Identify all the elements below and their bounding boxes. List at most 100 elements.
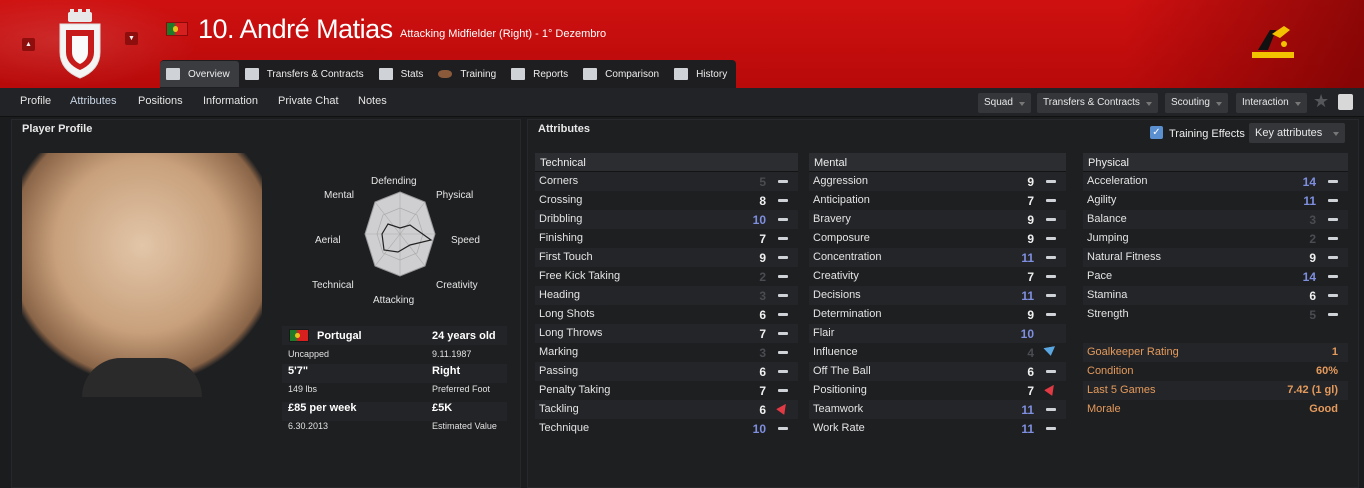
interaction-dropdown[interactable]: Interaction — [1236, 93, 1307, 113]
summary-row-last-5-games: Last 5 Games 7.42 (1 gl) — [1083, 381, 1348, 400]
club-crest-icon[interactable] — [52, 8, 108, 80]
summary-label: Morale — [1087, 403, 1121, 415]
tab-transfers-contracts[interactable]: Transfers & Contracts — [239, 61, 373, 87]
summary-label: Goalkeeper Rating — [1087, 346, 1179, 358]
attribute-row-dribbling[interactable]: Dribbling 10 — [535, 210, 798, 229]
attribute-row-anticipation[interactable]: Anticipation 7 — [809, 191, 1066, 210]
league-logo-icon[interactable] — [1246, 24, 1298, 60]
attribute-row-stamina[interactable]: Stamina 6 — [1083, 286, 1348, 305]
attribute-row-crossing[interactable]: Crossing 8 — [535, 191, 798, 210]
attribute-row-influence[interactable]: Influence 4 — [809, 343, 1066, 362]
subnav-positions[interactable]: Positions — [138, 95, 183, 107]
radar-label-mental: Mental — [324, 190, 355, 201]
attribute-row-tackling[interactable]: Tackling 6 — [535, 400, 798, 419]
subnav-profile[interactable]: Profile — [20, 95, 51, 107]
attribute-row-positioning[interactable]: Positioning 7 — [809, 381, 1066, 400]
tab-label: Stats — [400, 68, 424, 80]
tab-history[interactable]: History — [668, 61, 736, 87]
attribute-row-agility[interactable]: Agility 11 — [1083, 191, 1348, 210]
technical-attributes: Technical Corners 5 Crossing 8 Dribbling 10 Fi… — [535, 153, 798, 438]
attribute-value: 7 — [1027, 270, 1034, 284]
tab-comparison[interactable]: Comparison — [577, 61, 668, 87]
attribute-value: 11 — [1303, 194, 1316, 208]
tab-training[interactable]: Training — [432, 61, 505, 87]
subnav-private-chat[interactable]: Private Chat — [278, 95, 339, 107]
attribute-row-balance[interactable]: Balance 3 — [1083, 210, 1348, 229]
subnav-information[interactable]: Information — [203, 95, 258, 107]
attribute-name: Teamwork — [813, 403, 864, 415]
physical-attributes: Physical Acceleration 14 Agility 11 Balance 3… — [1083, 153, 1348, 419]
next-player-arrow-icon[interactable]: ▼ — [125, 32, 138, 45]
tab-reports[interactable]: Reports — [505, 61, 577, 87]
attribute-row-finishing[interactable]: Finishing 7 — [535, 229, 798, 248]
attribute-row-natural-fitness[interactable]: Natural Fitness 9 — [1083, 248, 1348, 267]
player-photo — [22, 153, 262, 397]
attribute-name: Pace — [1087, 270, 1113, 282]
attribute-value: 11 — [1021, 422, 1034, 436]
attribute-row-penalty-taking[interactable]: Penalty Taking 7 — [535, 381, 798, 400]
trend-flat-icon — [778, 218, 788, 221]
mental-header: Mental — [809, 153, 1066, 172]
player-age: 24 years old — [432, 330, 496, 342]
attribute-row-passing[interactable]: Passing 6 — [535, 362, 798, 381]
tab-stats[interactable]: Stats — [373, 61, 433, 87]
training-effects-checkbox[interactable]: ✓ — [1150, 126, 1163, 139]
attribute-row-corners[interactable]: Corners 5 — [535, 172, 798, 191]
attribute-value: 6 — [759, 365, 766, 379]
squad-dropdown[interactable]: Squad — [978, 93, 1031, 113]
attribute-value: 3 — [1309, 213, 1316, 227]
trend-flat-icon — [1046, 294, 1056, 297]
trend-flat-icon — [1328, 256, 1338, 259]
player-profile-title: Player Profile — [22, 123, 93, 135]
attribute-row-jumping[interactable]: Jumping 2 — [1083, 229, 1348, 248]
attribute-name: Heading — [539, 289, 580, 301]
attribute-row-long-shots[interactable]: Long Shots 6 — [535, 305, 798, 324]
attribute-row-creativity[interactable]: Creativity 7 — [809, 267, 1066, 286]
attribute-row-decisions[interactable]: Decisions 11 — [809, 286, 1066, 305]
comparison-icon — [583, 68, 598, 80]
trend-flat-icon — [1046, 370, 1056, 373]
attribute-row-flair[interactable]: Flair 10 — [809, 324, 1066, 343]
attribute-row-acceleration[interactable]: Acceleration 14 — [1083, 172, 1348, 191]
nationality[interactable]: Portugal — [317, 330, 362, 342]
attribute-value: 14 — [1302, 270, 1316, 284]
attribute-row-composure[interactable]: Composure 9 — [809, 229, 1066, 248]
summary-label: Condition — [1087, 365, 1134, 377]
summary-row-condition: Condition 60% — [1083, 362, 1348, 381]
tab-overview[interactable]: Overview — [160, 61, 239, 87]
previous-player-arrow-icon[interactable]: ▲ — [22, 38, 35, 51]
attribute-row-work-rate[interactable]: Work Rate 11 — [809, 419, 1066, 438]
attribute-row-concentration[interactable]: Concentration 11 — [809, 248, 1066, 267]
attribute-row-aggression[interactable]: Aggression 9 — [809, 172, 1066, 191]
player-header: ▲ ▼ 10. André Matias Attacking Midfielde… — [0, 0, 1364, 88]
attribute-row-first-touch[interactable]: First Touch 9 — [535, 248, 798, 267]
attribute-row-long-throws[interactable]: Long Throws 7 — [535, 324, 798, 343]
attribute-row-pace[interactable]: Pace 14 — [1083, 267, 1348, 286]
attribute-name: Anticipation — [813, 194, 870, 206]
trend-flat-icon — [778, 313, 788, 316]
subnav-notes[interactable]: Notes — [358, 95, 387, 107]
attribute-row-bravery[interactable]: Bravery 9 — [809, 210, 1066, 229]
attribute-row-marking[interactable]: Marking 3 — [535, 343, 798, 362]
attribute-name: Bravery — [813, 213, 851, 225]
transfers-contracts-dropdown[interactable]: Transfers & Contracts — [1037, 93, 1158, 113]
attribute-row-technique[interactable]: Technique 10 — [535, 419, 798, 438]
attribute-name: Tackling — [539, 403, 579, 415]
attribute-row-determination[interactable]: Determination 9 — [809, 305, 1066, 324]
key-attributes-dropdown[interactable]: Key attributes — [1249, 123, 1345, 143]
attribute-row-free-kick-taking[interactable]: Free Kick Taking 2 — [535, 267, 798, 286]
estimated-value-label: Estimated Value — [432, 421, 497, 431]
attribute-name: Corners — [539, 175, 579, 187]
scouting-dropdown[interactable]: Scouting — [1165, 93, 1228, 113]
attribute-row-off-the-ball[interactable]: Off The Ball 6 — [809, 362, 1066, 381]
trend-flat-icon — [778, 256, 788, 259]
overview-icon — [166, 68, 180, 80]
attribute-row-strength[interactable]: Strength 5 — [1083, 305, 1348, 324]
subnav-attributes[interactable]: Attributes — [70, 95, 116, 107]
radar-label-aerial: Aerial — [315, 235, 341, 246]
attribute-row-heading[interactable]: Heading 3 — [535, 286, 798, 305]
attribute-value: 6 — [1027, 365, 1034, 379]
shortlist-star-icon[interactable]: ★ — [1313, 91, 1329, 112]
notes-icon[interactable] — [1338, 94, 1353, 110]
attribute-row-teamwork[interactable]: Teamwork 11 — [809, 400, 1066, 419]
